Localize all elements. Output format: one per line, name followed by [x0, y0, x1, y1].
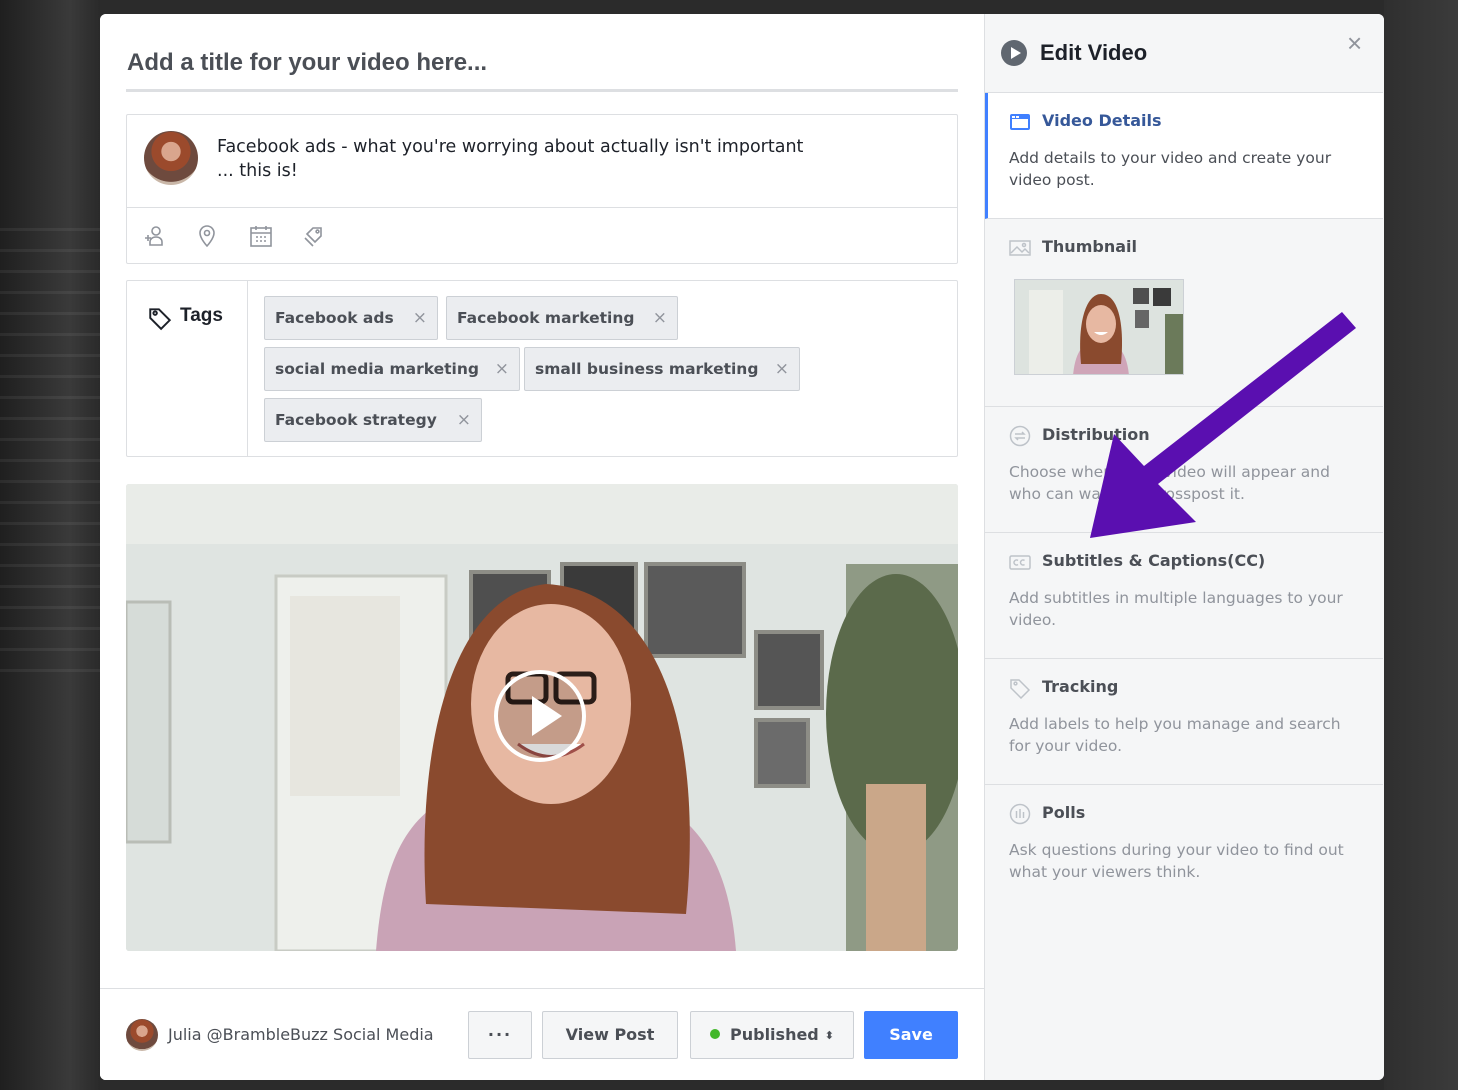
cc-icon — [1009, 555, 1031, 570]
tag-chip-label: social media marketing — [275, 360, 479, 378]
video-title-input[interactable] — [126, 36, 958, 92]
sidebar-title: Edit Video — [1040, 40, 1148, 65]
calendar-icon[interactable] — [249, 224, 273, 248]
tag-chip[interactable]: Facebook strategy × — [264, 398, 482, 442]
page-avatar — [126, 1019, 158, 1051]
section-description: Choose where your video will appear and … — [1009, 463, 1330, 503]
video-player[interactable] — [126, 484, 958, 951]
thumbnail-image[interactable] — [1014, 279, 1184, 375]
publish-status-dropdown[interactable]: Published ⬍ — [690, 1011, 854, 1059]
editor-footer: Julia @BrambleBuzz Social Media ··· View… — [100, 988, 984, 1080]
save-button[interactable]: Save — [864, 1011, 958, 1059]
play-circle-icon — [1001, 40, 1027, 66]
section-title: Video Details — [1042, 111, 1162, 130]
video-details-icon — [1010, 114, 1030, 130]
tag-chip[interactable]: Facebook marketing × — [446, 296, 678, 340]
sidebar-item-thumbnail[interactable]: Thumbnail — [985, 219, 1383, 407]
feeling-icon[interactable] — [303, 224, 327, 248]
tags-editor: Tags Facebook ads × Facebook marketing ×… — [126, 280, 958, 457]
section-title: Thumbnail — [1042, 237, 1137, 256]
tags-label: Tags — [180, 305, 223, 326]
publish-status-label: Published — [730, 1025, 819, 1044]
location-pin-icon[interactable] — [195, 224, 219, 248]
remove-tag-icon[interactable]: × — [653, 297, 667, 339]
tags-label-column: Tags — [127, 281, 248, 456]
tag-people-icon[interactable] — [143, 224, 167, 248]
tag-chip-label: Facebook ads — [275, 309, 394, 327]
tag-chip[interactable]: Facebook ads × — [264, 296, 438, 340]
background-page-text — [0, 210, 100, 690]
post-description[interactable]: Facebook ads - what you're worrying abou… — [217, 135, 917, 183]
sidebar-header: Edit Video × — [985, 14, 1383, 93]
page-name: Julia @BrambleBuzz Social Media — [168, 1025, 434, 1044]
thumbnail-frame — [1015, 280, 1183, 374]
play-icon[interactable] — [494, 670, 586, 762]
sidebar-item-polls[interactable]: Polls Ask questions during your video to… — [985, 785, 1383, 911]
section-description: Add labels to help you manage and search… — [1009, 715, 1341, 755]
section-title: Subtitles & Captions(CC) — [1042, 551, 1266, 570]
more-options-button[interactable]: ··· — [468, 1011, 532, 1059]
section-description: Ask questions during your video to find … — [1009, 841, 1344, 881]
sort-caret-icon: ⬍ — [824, 1029, 834, 1042]
sidebar-item-subtitles[interactable]: Subtitles & Captions(CC) Add subtitles i… — [985, 533, 1383, 659]
post-composer: Facebook ads - what you're worrying abou… — [126, 114, 958, 264]
tag-icon — [1010, 679, 1031, 699]
view-post-button[interactable]: View Post — [542, 1011, 678, 1059]
edit-video-dialog: Facebook ads - what you're worrying abou… — [100, 14, 1384, 1080]
sidebar-item-tracking[interactable]: Tracking Add labels to help you manage a… — [985, 659, 1383, 785]
tag-chip-label: small business marketing — [535, 360, 759, 378]
section-title: Polls — [1042, 803, 1086, 822]
edit-video-sidebar: Edit Video × Video Details Add details t… — [984, 14, 1384, 1080]
section-description: Add subtitles in multiple languages to y… — [1009, 589, 1343, 629]
tag-chip[interactable]: social media marketing × — [264, 347, 520, 391]
remove-tag-icon[interactable]: × — [457, 399, 471, 441]
polls-icon — [1009, 803, 1031, 825]
tag-chip-label: Facebook strategy — [275, 411, 437, 429]
video-editor-main: Facebook ads - what you're worrying abou… — [100, 14, 984, 1080]
remove-tag-icon[interactable]: × — [413, 297, 427, 339]
section-title: Distribution — [1042, 425, 1150, 444]
background-page-right — [1384, 0, 1458, 1090]
remove-tag-icon[interactable]: × — [775, 348, 789, 390]
tag-icon — [149, 308, 172, 331]
section-description: Add details to your video and create you… — [1009, 149, 1332, 189]
tag-chip-label: Facebook marketing — [457, 309, 635, 327]
image-icon — [1009, 240, 1031, 256]
tag-chip[interactable]: small business marketing × — [524, 347, 800, 391]
section-title: Tracking — [1042, 677, 1119, 696]
avatar — [144, 131, 198, 185]
composer-toolbar — [127, 207, 957, 264]
sidebar-item-video-details[interactable]: Video Details Add details to your video … — [985, 93, 1383, 219]
close-icon[interactable]: × — [1347, 30, 1362, 56]
sidebar-item-distribution[interactable]: Distribution Choose where your video wil… — [985, 407, 1383, 533]
remove-tag-icon[interactable]: × — [495, 348, 509, 390]
distribution-icon — [1009, 425, 1031, 447]
published-status-dot-icon — [710, 1029, 720, 1039]
